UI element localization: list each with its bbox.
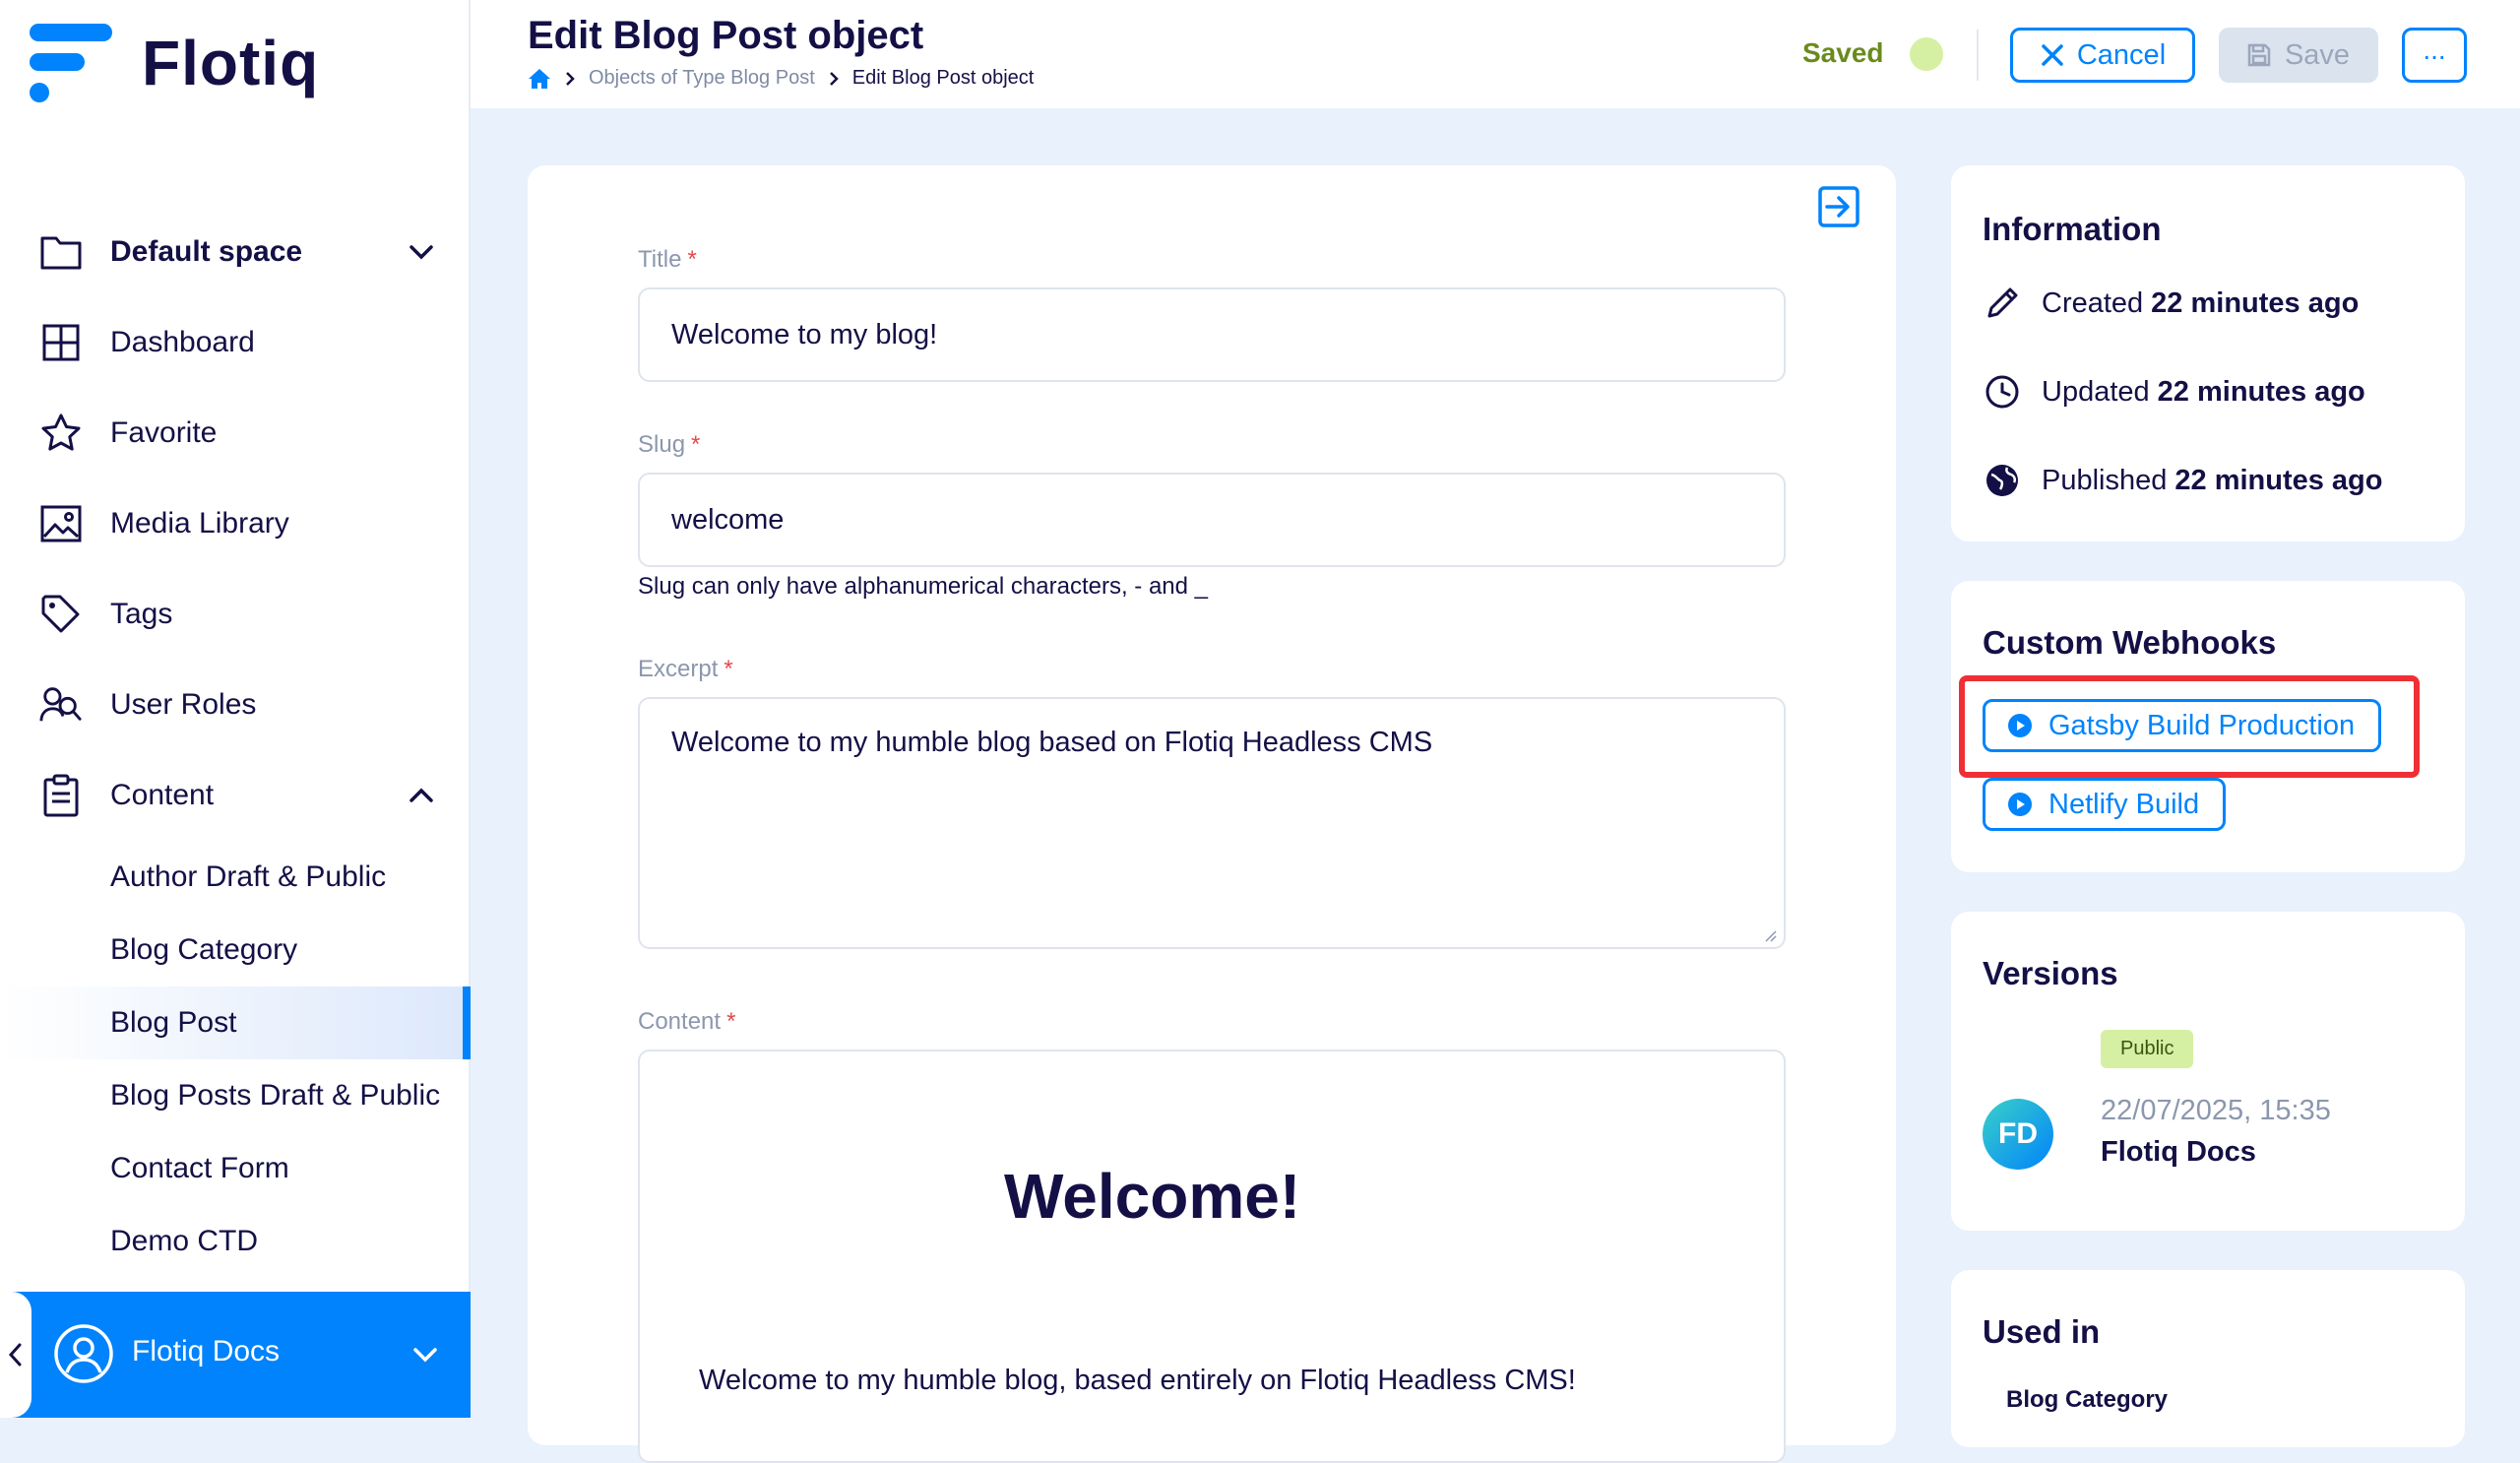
play-circle-icon — [2008, 793, 2032, 816]
excerpt-textarea[interactable]: Welcome to my humble blog based on Floti… — [638, 697, 1786, 949]
sidebar-item-favorite[interactable]: Favorite — [0, 388, 471, 478]
title-input[interactable]: Welcome to my blog! — [638, 287, 1786, 382]
versions-panel: Versions Public FD 22/07/2025, 15:35 Flo… — [1951, 912, 2465, 1231]
more-options-button[interactable]: ... — [2402, 28, 2467, 83]
user-roles-icon — [39, 683, 83, 727]
collapse-sidebar-button[interactable] — [0, 1292, 32, 1418]
user-avatar-icon — [54, 1324, 113, 1383]
object-form: Title * Welcome to my blog! Slug * welcome… — [528, 165, 1896, 1463]
content-type-blog-post[interactable]: Blog Post — [0, 986, 471, 1059]
top-bar: Edit Blog Post object Objects of Type Bl… — [471, 0, 2520, 108]
webhooks-title: Custom Webhooks — [1983, 624, 2277, 661]
expand-panel-icon[interactable] — [1817, 185, 1860, 228]
resize-handle-icon[interactable] — [1762, 927, 1778, 943]
excerpt-label: Excerpt * — [638, 656, 733, 682]
save-status-dot — [1910, 37, 1943, 71]
created-info: Created 22 minutes ago — [1983, 284, 2359, 323]
sidebar-item-label: Media Library — [110, 507, 289, 540]
breadcrumb-link[interactable]: Objects of Type Blog Post — [589, 67, 815, 90]
updated-info: Updated 22 minutes ago — [1983, 372, 2365, 412]
sidebar-nav: Default space Dashboard Favorite Media L… — [0, 207, 471, 1278]
sidebar-item-media-library[interactable]: Media Library — [0, 478, 471, 569]
close-icon — [2042, 44, 2063, 66]
excerpt-value: Welcome to my humble blog based on Floti… — [671, 727, 1433, 758]
content-heading: Welcome! — [1004, 1161, 1301, 1232]
published-info: Published 22 minutes ago — [1983, 461, 2383, 500]
pencil-icon — [1983, 284, 2022, 323]
highlight-annotation — [1959, 675, 2420, 778]
sidebar-item-content[interactable]: Content — [0, 750, 471, 841]
folder-icon — [39, 230, 83, 274]
home-icon[interactable] — [528, 68, 551, 90]
content-label: Content * — [638, 1008, 736, 1035]
sidebar: Flotiq Default space Dashboard Favorite — [0, 0, 471, 1418]
flotiq-logo-icon — [30, 24, 112, 102]
used-in-item[interactable]: Blog Category — [2006, 1386, 2168, 1414]
webhook-netlify-build-button[interactable]: Netlify Build — [1983, 778, 2227, 831]
user-name: Flotiq Docs — [132, 1335, 281, 1368]
chevron-down-icon[interactable] — [408, 1337, 443, 1372]
avatar: FD — [1983, 1099, 2053, 1170]
chevron-right-icon — [829, 71, 839, 86]
sidebar-item-user-roles[interactable]: User Roles — [0, 660, 471, 750]
sidebar-item-label: Tags — [110, 598, 173, 630]
chevron-left-icon — [8, 1343, 22, 1367]
content-type-author-draft-public[interactable]: Author Draft & Public — [0, 841, 471, 914]
sidebar-item-dashboard[interactable]: Dashboard — [0, 297, 471, 388]
slug-label: Slug * — [638, 431, 701, 458]
divider — [1977, 30, 1979, 81]
sidebar-item-tags[interactable]: Tags — [0, 569, 471, 660]
logo[interactable]: Flotiq — [30, 22, 319, 104]
content-editor[interactable]: Welcome! Welcome to my humble blog, base… — [638, 1050, 1786, 1463]
content-type-contact-form[interactable]: Contact Form — [0, 1132, 471, 1205]
save-status: Saved — [1802, 37, 1884, 68]
clipboard-icon — [39, 774, 83, 817]
content-type-demo-ctd[interactable]: Demo CTD — [0, 1205, 471, 1278]
slug-input[interactable]: welcome — [638, 473, 1786, 567]
image-icon — [39, 502, 83, 545]
globe-icon — [1983, 461, 2022, 500]
breadcrumb-current: Edit Blog Post object — [851, 67, 1035, 89]
status-badge: Public — [2101, 1030, 2194, 1068]
sidebar-item-label: Favorite — [110, 416, 218, 449]
version-author: Flotiq Docs — [2101, 1136, 2256, 1168]
information-panel: Information Created 22 minutes ago Update… — [1951, 165, 2465, 541]
title-label: Title * — [638, 246, 697, 273]
cancel-label: Cancel — [2076, 38, 2167, 71]
page-title: Edit Blog Post object — [528, 14, 924, 57]
space-selector[interactable]: Default space — [0, 207, 471, 297]
sidebar-item-label: User Roles — [110, 688, 257, 721]
sidebar-item-label: Content — [110, 779, 215, 811]
breadcrumb: Objects of Type Blog Post Edit Blog Post… — [528, 67, 1034, 90]
save-label: Save — [2284, 38, 2351, 71]
chevron-down-icon — [410, 245, 433, 260]
information-title: Information — [1983, 211, 2162, 247]
slug-hint: Slug can only have alphanumerical charac… — [638, 573, 1208, 600]
version-date[interactable]: 22/07/2025, 15:35 — [2101, 1095, 2331, 1127]
star-icon — [39, 412, 83, 455]
space-name: Default space — [110, 235, 303, 268]
versions-title: Versions — [1983, 955, 2118, 991]
cancel-button[interactable]: Cancel — [2010, 28, 2195, 83]
chevron-up-icon — [410, 788, 433, 802]
content-type-blog-category[interactable]: Blog Category — [0, 914, 471, 986]
chevron-right-icon — [566, 71, 575, 86]
content-type-blog-posts-draft-public[interactable]: Blog Posts Draft & Public — [0, 1059, 471, 1132]
app-name: Flotiq — [142, 28, 320, 98]
grid-icon — [39, 321, 83, 364]
used-in-panel: Used in Blog Category — [1951, 1270, 2465, 1447]
webhook-label: Netlify Build — [2048, 788, 2200, 820]
content-paragraph: Welcome to my humble blog, based entirel… — [699, 1365, 1576, 1396]
sidebar-item-label: Dashboard — [110, 326, 255, 358]
tag-icon — [39, 593, 83, 636]
save-button[interactable]: Save — [2219, 28, 2378, 83]
floppy-disk-icon — [2247, 43, 2271, 67]
used-in-title: Used in — [1983, 1313, 2101, 1350]
clock-icon — [1983, 372, 2022, 412]
